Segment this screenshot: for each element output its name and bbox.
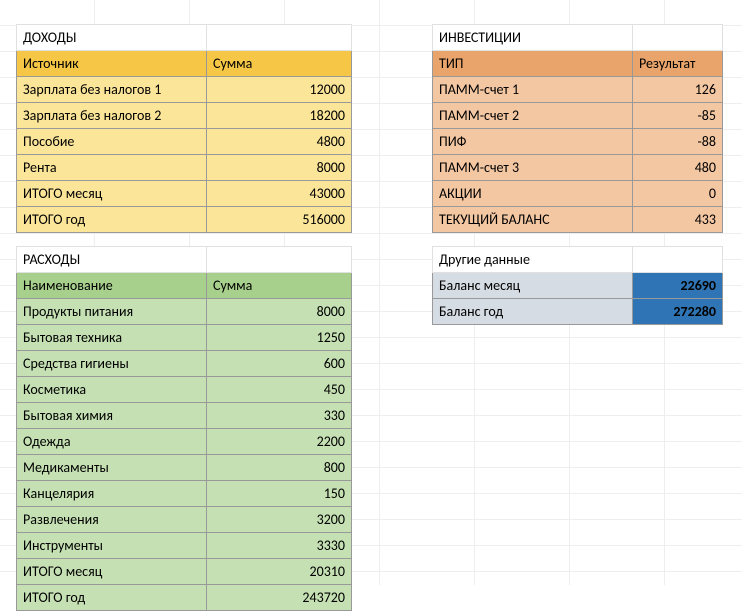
table-row[interactable]: Канцелярия xyxy=(17,481,207,507)
expenses-header-value[interactable]: Сумма xyxy=(207,273,352,299)
expenses-title: РАСХОДЫ xyxy=(17,247,207,273)
table-row[interactable]: 8000 xyxy=(207,299,352,325)
table-row[interactable]: ПИФ xyxy=(433,129,633,155)
other-title: Другие данные xyxy=(433,247,633,273)
income-table[interactable]: ДОХОДЫ Источник Сумма Зарплата без налог… xyxy=(16,24,352,233)
table-row[interactable]: ИТОГО месяц xyxy=(17,181,207,207)
table-row[interactable]: 43000 xyxy=(207,181,352,207)
table-row[interactable]: 12000 xyxy=(207,77,352,103)
table-row[interactable]: 150 xyxy=(207,481,352,507)
table-row[interactable]: Косметика xyxy=(17,377,207,403)
investments-header-value[interactable]: Результат xyxy=(633,51,723,77)
investments-title: ИНВЕСТИЦИИ xyxy=(433,25,633,51)
table-row[interactable]: 330 xyxy=(207,403,352,429)
income-header-label[interactable]: Источник xyxy=(17,51,207,77)
table-row[interactable]: Пособие xyxy=(17,129,207,155)
table-row[interactable]: 18200 xyxy=(207,103,352,129)
table-row[interactable]: 516000 xyxy=(207,207,352,233)
table-row[interactable]: Медикаменты xyxy=(17,455,207,481)
table-row[interactable]: 3200 xyxy=(207,507,352,533)
table-row[interactable]: 20310 xyxy=(207,559,352,585)
table-row[interactable]: 433 xyxy=(633,207,723,233)
table-row[interactable]: ИТОГО месяц xyxy=(17,559,207,585)
table-row[interactable]: Баланс месяц xyxy=(433,273,633,299)
table-row[interactable]: Средства гигиены xyxy=(17,351,207,377)
table-row[interactable]: 272280 xyxy=(633,299,723,325)
table-row[interactable]: -85 xyxy=(633,103,723,129)
table-row[interactable]: 1250 xyxy=(207,325,352,351)
other-data-table[interactable]: Другие данные Баланс месяц 22690 Баланс … xyxy=(432,246,723,325)
table-row[interactable]: Инструменты xyxy=(17,533,207,559)
table-row[interactable]: Продукты питания xyxy=(17,299,207,325)
table-row[interactable]: 480 xyxy=(633,155,723,181)
table-row[interactable]: Бытовая техника xyxy=(17,325,207,351)
table-row[interactable]: Баланс год xyxy=(433,299,633,325)
investments-header-label[interactable]: ТИП xyxy=(433,51,633,77)
table-row[interactable]: 0 xyxy=(633,181,723,207)
table-row[interactable]: ПАММ-счет 1 xyxy=(433,77,633,103)
table-row[interactable]: ПАММ-счет 2 xyxy=(433,103,633,129)
table-row[interactable]: 800 xyxy=(207,455,352,481)
income-title: ДОХОДЫ xyxy=(17,25,207,51)
table-row[interactable]: 4800 xyxy=(207,129,352,155)
expenses-header-label[interactable]: Наименование xyxy=(17,273,207,299)
table-row[interactable]: 600 xyxy=(207,351,352,377)
table-row[interactable]: 243720 xyxy=(207,585,352,611)
income-header-value[interactable]: Сумма xyxy=(207,51,352,77)
table-row[interactable]: 2200 xyxy=(207,429,352,455)
expenses-table[interactable]: РАСХОДЫ Наименование Сумма Продукты пита… xyxy=(16,246,352,611)
table-row[interactable]: 22690 xyxy=(633,273,723,299)
table-row[interactable]: Зарплата без налогов 1 xyxy=(17,77,207,103)
table-row[interactable]: Развлечения xyxy=(17,507,207,533)
table-row[interactable]: ТЕКУЩИЙ БАЛАНС xyxy=(433,207,633,233)
table-row[interactable]: 8000 xyxy=(207,155,352,181)
table-row[interactable]: ИТОГО год xyxy=(17,585,207,611)
table-row[interactable]: ИТОГО год xyxy=(17,207,207,233)
table-row[interactable]: 126 xyxy=(633,77,723,103)
investments-table[interactable]: ИНВЕСТИЦИИ ТИП Результат ПАММ-счет 1 126… xyxy=(432,24,723,233)
table-row[interactable]: -88 xyxy=(633,129,723,155)
table-row[interactable]: Бытовая химия xyxy=(17,403,207,429)
blank-cell xyxy=(207,25,352,51)
blank-cell xyxy=(207,247,352,273)
table-row[interactable]: ПАММ-счет 3 xyxy=(433,155,633,181)
table-row[interactable]: Одежда xyxy=(17,429,207,455)
table-row[interactable]: Зарплата без налогов 2 xyxy=(17,103,207,129)
table-row[interactable]: 3330 xyxy=(207,533,352,559)
table-row[interactable]: Рента xyxy=(17,155,207,181)
table-row[interactable]: АКЦИИ xyxy=(433,181,633,207)
blank-cell xyxy=(633,25,723,51)
blank-cell xyxy=(633,247,723,273)
table-row[interactable]: 450 xyxy=(207,377,352,403)
